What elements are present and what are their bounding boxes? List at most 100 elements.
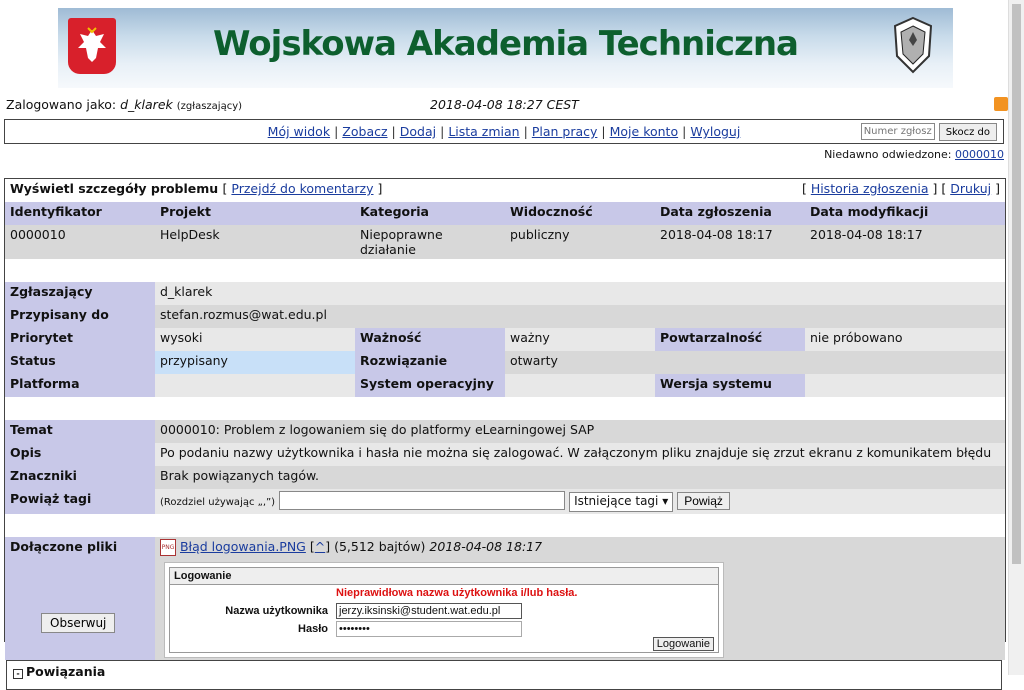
col-project: Projekt bbox=[155, 202, 355, 225]
preview-login-button: Logowanie bbox=[652, 637, 714, 651]
repro-label: Powtarzalność bbox=[655, 328, 805, 351]
relations-section[interactable]: - Powiązania bbox=[6, 660, 1002, 690]
tags-label: Znaczniki bbox=[5, 466, 155, 489]
login-prefix: Zalogowano jako: bbox=[6, 97, 117, 112]
wat-emblem-icon bbox=[891, 16, 935, 74]
preview-password-field: •••••••• bbox=[336, 621, 522, 637]
attachment-size: (5,512 bajtów) bbox=[334, 539, 426, 554]
collapse-icon[interactable]: - bbox=[13, 669, 23, 679]
preview-error-message: Nieprawidłowa nazwa użytkownika i/lub ha… bbox=[336, 587, 578, 599]
recent-issue-link[interactable]: 0000010 bbox=[955, 148, 1004, 161]
banner-title: Wojskowa Akademia Techniczna bbox=[213, 24, 799, 64]
attachment-link[interactable]: Błąd logowania.PNG bbox=[180, 539, 306, 554]
col-visibility: Widoczność bbox=[505, 202, 655, 225]
menu-logout[interactable]: Wyloguj bbox=[690, 124, 740, 139]
issue-category: Niepoprawne działanie bbox=[355, 225, 505, 259]
link-tags-input[interactable] bbox=[279, 491, 566, 510]
issue-details-panel: Wyświetl szczegóły problemu [ Przejdź do… bbox=[4, 178, 1006, 660]
link-tags-label: Powiąż tagi bbox=[5, 489, 155, 514]
attachment-toggle-link[interactable]: ^ bbox=[315, 539, 325, 554]
subject-label: Temat bbox=[5, 420, 155, 443]
issue-table: Wyświetl szczegóły problemu [ Przejdź do… bbox=[5, 179, 1005, 660]
menu-add[interactable]: Dodaj bbox=[400, 124, 436, 139]
recent-label: Niedawno odwiedzone: bbox=[824, 148, 952, 161]
os-version-value bbox=[805, 374, 1005, 397]
menu-view[interactable]: Zobacz bbox=[342, 124, 387, 139]
issue-visibility: publiczny bbox=[505, 225, 655, 259]
issue-id: 0000010 bbox=[5, 225, 155, 259]
link-tags-button[interactable]: Powiąż bbox=[677, 492, 730, 510]
os-version-label: Wersja systemu bbox=[655, 374, 805, 397]
tags-value: Brak powiązanych tagów. bbox=[155, 466, 1005, 489]
assigned-label: Przypisany do bbox=[5, 305, 155, 328]
issue-heading: Wyświetl szczegóły problemu bbox=[10, 181, 219, 196]
scrollbar-thumb[interactable] bbox=[1012, 4, 1021, 564]
observe-button[interactable]: Obserwuj bbox=[41, 613, 116, 633]
col-date-submitted: Data zgłoszenia bbox=[655, 202, 805, 225]
rss-icon[interactable] bbox=[994, 97, 1008, 111]
existing-tags-select[interactable]: Istniejące tagi ▾ bbox=[569, 492, 674, 512]
status-filler bbox=[655, 351, 1005, 374]
preview-user-field: jerzy.iksinski@student.wat.edu.pl bbox=[336, 603, 522, 619]
priority-value: wysoki bbox=[155, 328, 355, 351]
goto-comments-link[interactable]: Przejdź do komentarzy bbox=[231, 181, 373, 196]
issue-actions-cell: [ Historia zgłoszenia ] [ Drukuj ] bbox=[505, 179, 1005, 202]
link-tags-cell: (Rozdziel używając „,”) Istniejące tagi … bbox=[155, 489, 1005, 514]
png-file-icon: PNG bbox=[160, 539, 176, 556]
menu-my-account[interactable]: Moje konto bbox=[610, 124, 678, 139]
attachment-preview: Logowanie Nieprawidłowa nazwa użytkownik… bbox=[164, 562, 724, 658]
jump-issue-input[interactable] bbox=[860, 123, 935, 140]
files-label: Dołączone pliki bbox=[5, 537, 155, 660]
description-value: Po podaniu nazwy użytkownika i hasła nie… bbox=[155, 443, 1005, 466]
status-value: przypisany bbox=[155, 351, 355, 374]
status-label: Status bbox=[5, 351, 155, 374]
assigned-value: stefan.rozmus@wat.edu.pl bbox=[155, 305, 355, 328]
platform-value bbox=[155, 374, 355, 397]
severity-value: ważny bbox=[505, 328, 655, 351]
os-value bbox=[505, 374, 655, 397]
preview-password-label: Hasło bbox=[298, 623, 328, 635]
files-cell: PNG Błąd logowania.PNG [^] (5,512 bajtów… bbox=[155, 537, 1005, 660]
history-link[interactable]: Historia zgłoszenia bbox=[811, 181, 929, 196]
assigned-filler bbox=[355, 305, 1005, 328]
menu-changelog[interactable]: Lista zmian bbox=[448, 124, 519, 139]
attachment-date: 2018-04-08 18:17 bbox=[429, 539, 543, 554]
issue-date-modified: 2018-04-08 18:17 bbox=[805, 225, 1005, 259]
login-role: (zgłaszający) bbox=[176, 101, 243, 112]
header-banner: Wojskowa Akademia Techniczna bbox=[58, 8, 953, 88]
vertical-scrollbar[interactable] bbox=[1008, 0, 1024, 675]
relations-label: Powiązania bbox=[26, 664, 106, 679]
reporter-value: d_klarek bbox=[155, 282, 355, 305]
description-label: Opis bbox=[5, 443, 155, 466]
jump-button[interactable]: Skocz do bbox=[938, 123, 997, 141]
print-link[interactable]: Drukuj bbox=[950, 181, 991, 196]
menu-roadmap[interactable]: Plan pracy bbox=[532, 124, 598, 139]
preview-user-label: Nazwa użytkownika bbox=[225, 605, 328, 617]
col-date-modified: Data modyfikacji bbox=[805, 202, 1005, 225]
login-username: d_klarek bbox=[120, 97, 173, 112]
issue-heading-cell: Wyświetl szczegóły problemu [ Przejdź do… bbox=[5, 179, 505, 202]
os-label: System operacyjny bbox=[355, 374, 505, 397]
repro-value: nie próbowano bbox=[805, 328, 1005, 351]
menu-my-view[interactable]: Mój widok bbox=[268, 124, 330, 139]
reporter-label: Zgłaszający bbox=[5, 282, 155, 305]
resolution-label: Rozwiązanie bbox=[355, 351, 505, 374]
issue-project: HelpDesk bbox=[155, 225, 355, 259]
preview-login-form: Logowanie Nieprawidłowa nazwa użytkownik… bbox=[169, 567, 719, 653]
priority-label: Priorytet bbox=[5, 328, 155, 351]
reporter-filler bbox=[355, 282, 1005, 305]
login-datetime: 2018-04-08 18:27 CEST bbox=[430, 97, 579, 112]
login-info: Zalogowano jako: d_klarek (zgłaszający) … bbox=[6, 97, 1006, 115]
resolution-value: otwarty bbox=[505, 351, 655, 374]
subject-value: 0000010: Problem z logowaniem się do pla… bbox=[155, 420, 1005, 443]
link-tags-hint: (Rozdziel używając „,”) bbox=[160, 497, 276, 508]
main-menu: Mój widok | Zobacz | Dodaj | Lista zmian | Plan … bbox=[4, 119, 1004, 144]
issue-date-submitted: 2018-04-08 18:17 bbox=[655, 225, 805, 259]
severity-label: Ważność bbox=[355, 328, 505, 351]
platform-label: Platforma bbox=[5, 374, 155, 397]
recently-visited: Niedawno odwiedzone: 0000010 bbox=[824, 148, 1004, 161]
preview-login-title: Logowanie bbox=[170, 568, 718, 585]
col-category: Kategoria bbox=[355, 202, 505, 225]
existing-tags-label: Istniejące tagi bbox=[574, 494, 659, 508]
col-id: Identyfikator bbox=[5, 202, 155, 225]
